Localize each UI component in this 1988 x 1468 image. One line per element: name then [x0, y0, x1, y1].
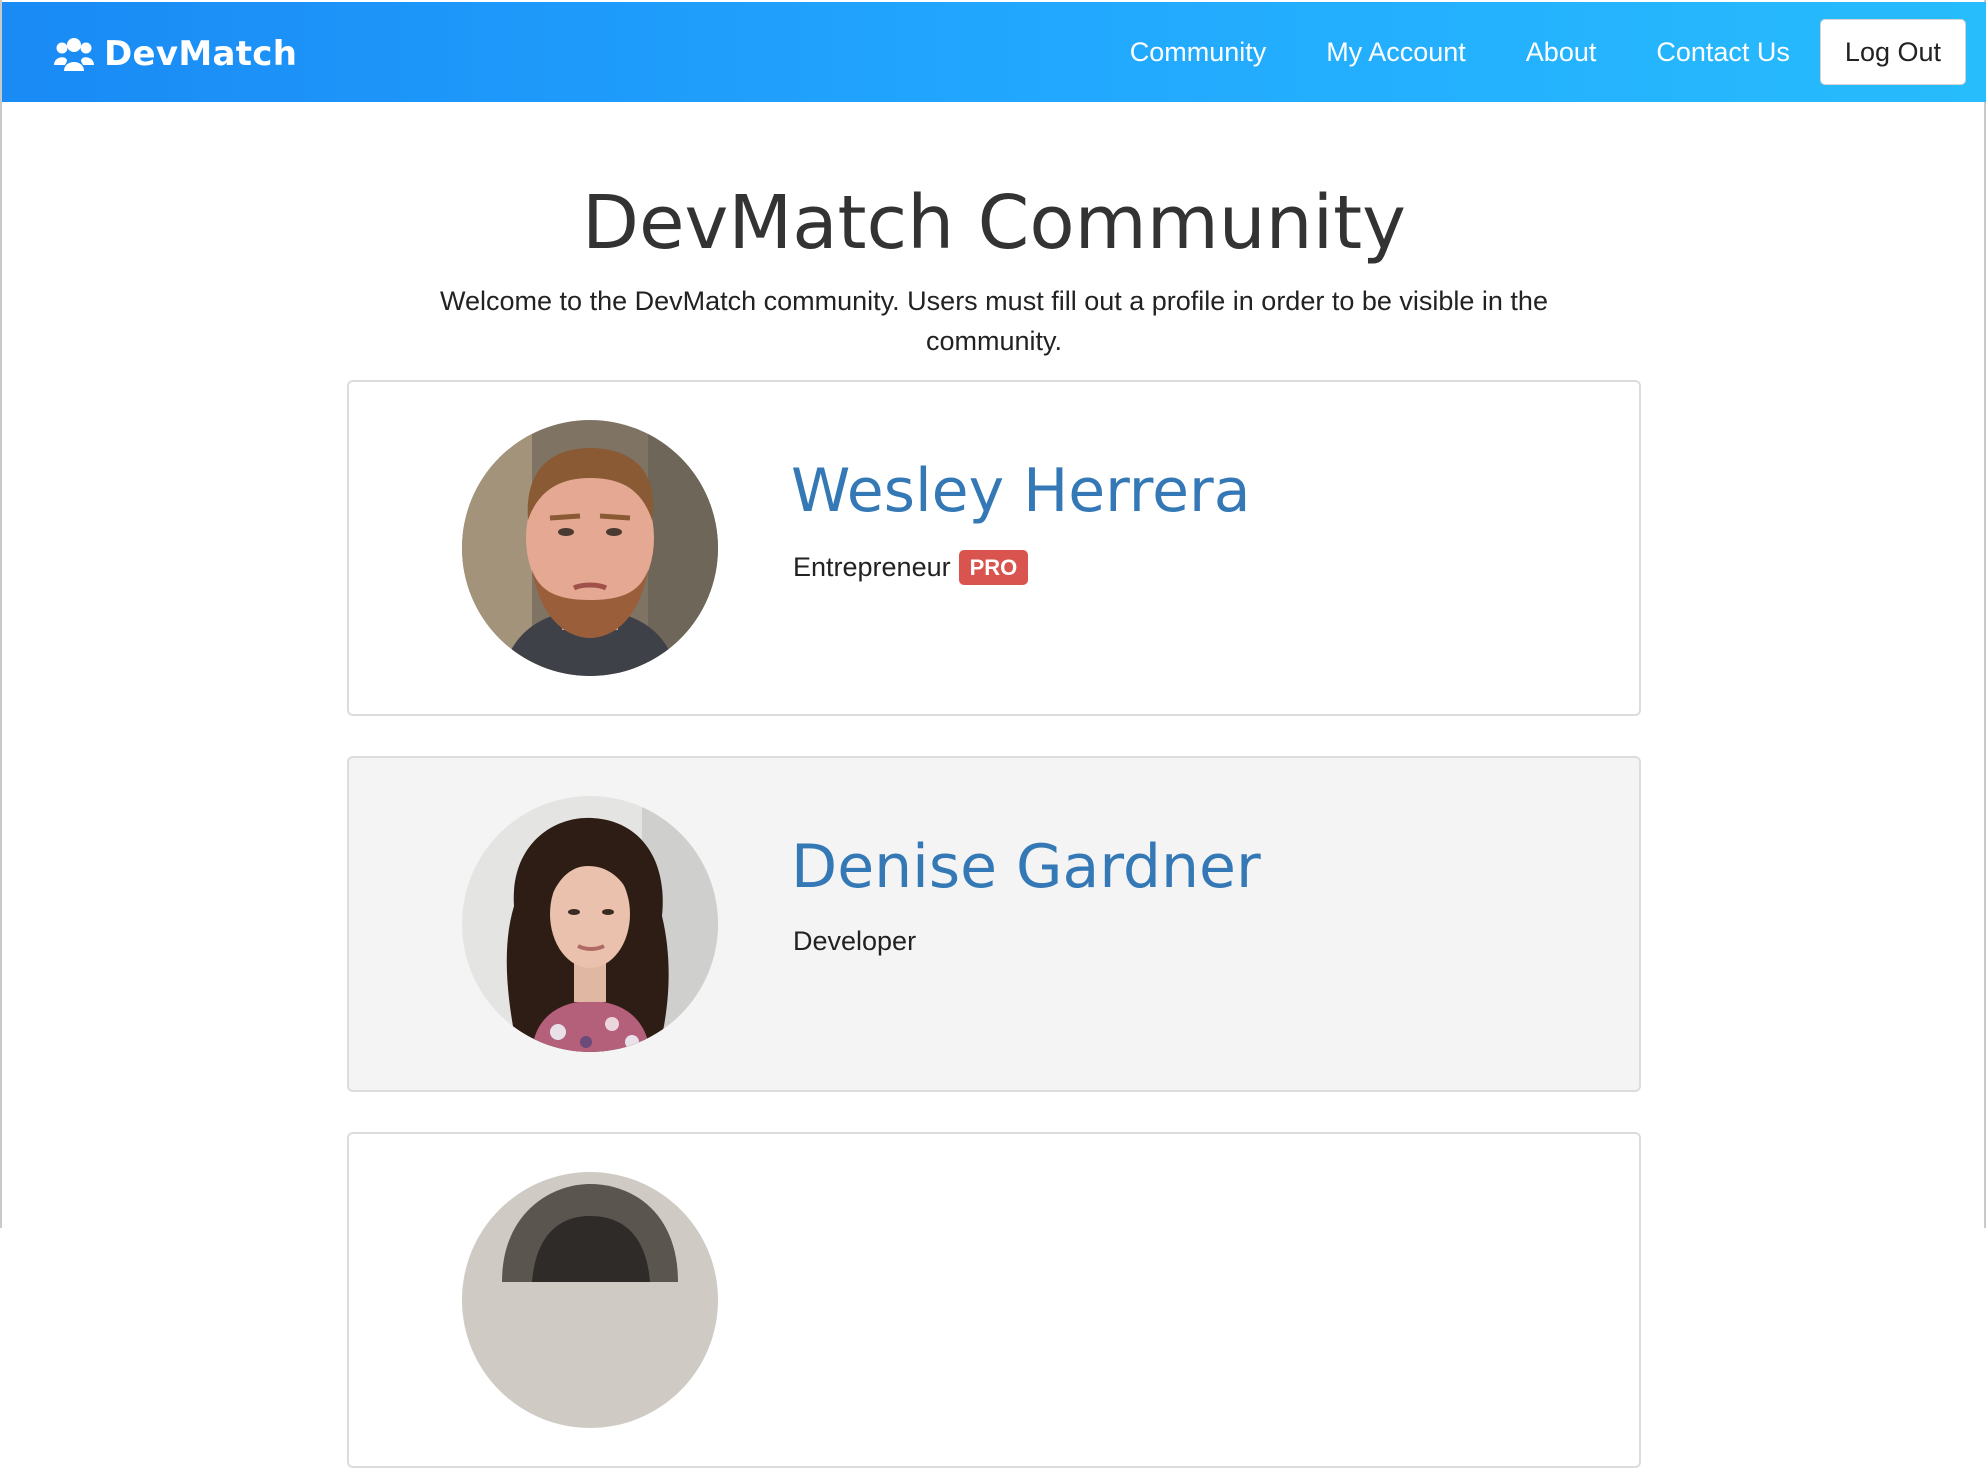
member-role: Developer: [793, 926, 917, 956]
member-name-link[interactable]: Wesley Herrera: [791, 454, 1251, 528]
logout-button[interactable]: Log Out: [1819, 19, 1966, 85]
member-avatar[interactable]: [462, 796, 718, 1052]
member-avatar[interactable]: [462, 1172, 718, 1428]
intro-text: Welcome to the DevMatch community. Users…: [440, 286, 1548, 356]
nav-links: Community My Account About Contact Us Lo…: [1130, 2, 1986, 102]
nav-link-about[interactable]: About: [1526, 37, 1597, 68]
pro-badge: PRO: [958, 550, 1029, 585]
member-meta: Entrepreneur PRO: [793, 550, 1029, 585]
users-icon: [54, 38, 94, 71]
member-role: Entrepreneur: [793, 552, 951, 582]
brand-link[interactable]: DevMatch: [54, 32, 297, 76]
nav-link-community[interactable]: Community: [1130, 37, 1267, 68]
brand-name: DevMatch: [104, 34, 298, 74]
member-card: Wesley Herrera Entrepreneur PRO: [347, 380, 1641, 716]
member-name-link[interactable]: Denise Gardner: [791, 830, 1261, 904]
avatar-photo: [462, 796, 718, 1052]
member-card: Denise Gardner Developer: [347, 756, 1641, 1092]
member-card: [347, 1132, 1641, 1468]
nav-link-my-account[interactable]: My Account: [1326, 37, 1466, 68]
member-avatar[interactable]: [462, 420, 718, 676]
avatar-photo: [462, 420, 718, 676]
avatar-photo: [462, 1172, 718, 1428]
member-meta: Developer: [793, 926, 916, 957]
page-title: DevMatch Community: [582, 180, 1406, 266]
navbar: DevMatch Community My Account About Cont…: [2, 2, 1986, 102]
nav-link-contact-us[interactable]: Contact Us: [1656, 37, 1790, 68]
